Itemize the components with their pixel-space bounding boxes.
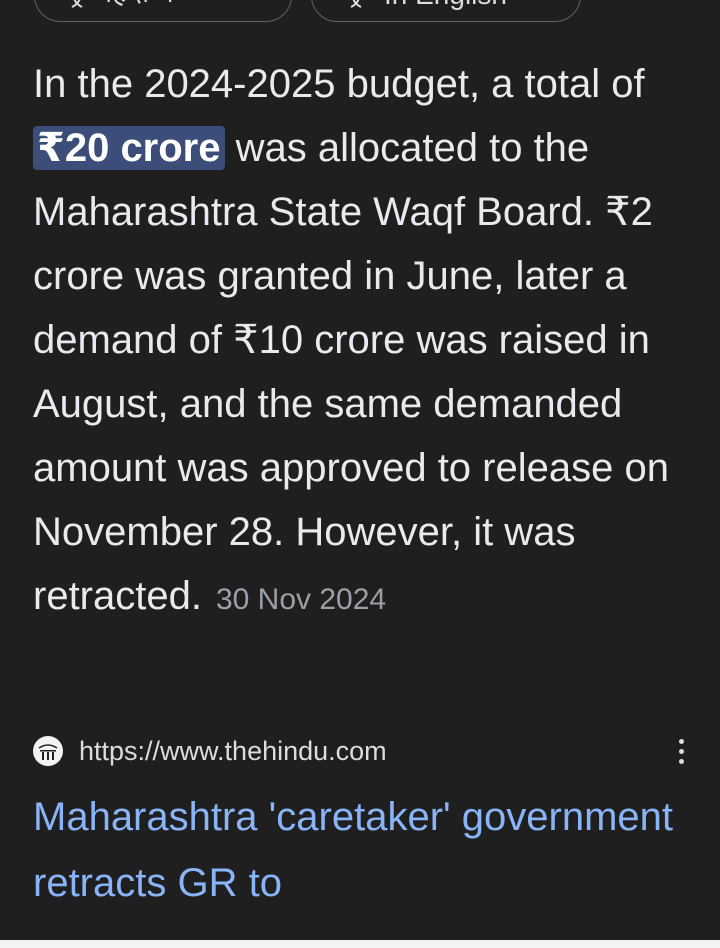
more-vert-dot-2	[678, 748, 684, 754]
more-vert-icon	[678, 738, 684, 744]
bottom-bar	[0, 940, 720, 948]
language-chips: हिंदी में In English	[0, 0, 720, 24]
source-row[interactable]: https://www.thehindu.com	[33, 733, 693, 769]
snippet-highlight: ₹20 crore	[33, 126, 225, 170]
translate-icon	[348, 0, 370, 11]
snippet-text-after: was allocated to the Maharashtra State W…	[33, 126, 669, 618]
hindi-chip[interactable]: हिंदी में	[34, 0, 292, 22]
snippet-text-before: In the 2024-2025 budget, a total of	[33, 62, 645, 106]
source-url[interactable]: https://www.thehindu.com	[79, 736, 387, 767]
snippet-date: 30 Nov 2024	[215, 583, 387, 616]
translate-icon	[69, 0, 91, 11]
english-chip-label: In English	[384, 0, 507, 11]
the-hindu-favicon-icon	[33, 736, 63, 766]
featured-snippet: In the 2024-2025 budget, a total of ₹20 …	[33, 52, 703, 632]
english-chip[interactable]: In English	[311, 0, 581, 22]
more-options-button[interactable]	[669, 733, 693, 769]
result-title-link[interactable]: Maharashtra 'caretaker' government retra…	[33, 784, 703, 916]
more-vert-dot-3	[678, 758, 684, 764]
hindi-chip-label: हिंदी में	[105, 0, 174, 11]
